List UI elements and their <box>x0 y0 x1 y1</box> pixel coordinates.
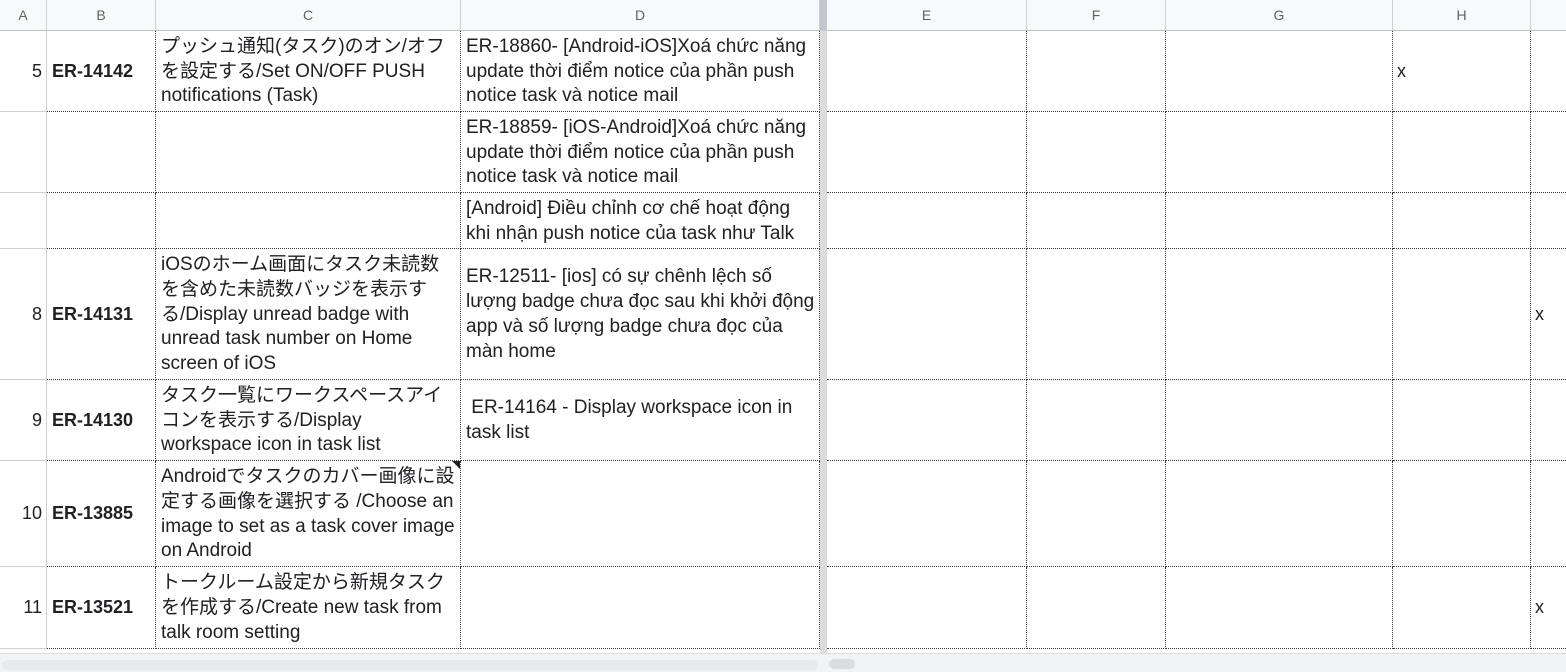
column-header-b[interactable]: B <box>47 0 156 30</box>
subtask-text: ER-18859- [iOS-Android]Xoá chức năng upd… <box>466 116 807 188</box>
column-header-h[interactable]: H <box>1393 0 1531 30</box>
feature-title-text: トークルーム設定から新規タスクを作成する/Create new task fro… <box>161 572 445 643</box>
ticket-id-cell[interactable]: ER-13885 <box>47 461 156 567</box>
column-h-cell[interactable] <box>1393 249 1531 380</box>
column-header-a[interactable]: A <box>0 0 47 30</box>
column-i-cell[interactable] <box>1531 380 1566 461</box>
feature-title-text: プッシュ通知(タスク)のオン/オフを設定する/Set ON/OFF PUSH n… <box>161 35 445 107</box>
subtask-cell[interactable]: [Android] Điều chỉnh cơ chế hoạt động kh… <box>461 193 820 249</box>
column-e-cell[interactable] <box>827 461 1027 567</box>
frozen-scroll-thumb[interactable] <box>2 660 818 670</box>
column-i-cell[interactable]: x <box>1531 249 1566 380</box>
ticket-id-cell[interactable]: ER-14130 <box>47 380 156 461</box>
column-e-cell[interactable] <box>827 31 1027 112</box>
column-g-cell[interactable] <box>1166 380 1393 461</box>
column-g-cell[interactable] <box>1166 461 1393 567</box>
column-i-cell[interactable] <box>1531 461 1566 567</box>
table-row: 9 ER-14130 タスク一覧にワークスペースアイコンを表示する/Displa… <box>0 380 1566 461</box>
subtask-cell[interactable] <box>461 567 820 649</box>
frozen-columns-divider[interactable] <box>820 0 827 672</box>
column-h-cell[interactable] <box>1393 193 1531 249</box>
ticket-id-cell[interactable]: ER-14142 <box>47 31 156 112</box>
feature-title-text: Androidでタスクのカバー画像に設定する画像を選択する /Choose an… <box>161 465 455 562</box>
column-h-cell[interactable] <box>1393 567 1531 649</box>
column-f-cell[interactable] <box>1027 193 1166 249</box>
column-header-c[interactable]: C <box>156 0 461 30</box>
column-g-cell[interactable] <box>1166 249 1393 380</box>
scroll-thumb[interactable] <box>829 659 855 669</box>
frozen-columns-handle[interactable] <box>820 0 827 31</box>
horizontal-scrollbar[interactable] <box>0 653 1566 672</box>
table-row: 10 ER-13885 Androidでタスクのカバー画像に設定する画像を選択す… <box>0 461 1566 567</box>
feature-title-cell[interactable]: iOSのホーム画面にタスク未読数を含めた未読数バッジを表示する/Display … <box>156 249 461 380</box>
column-header-f[interactable]: F <box>1027 0 1166 30</box>
column-header-d[interactable]: D <box>461 0 820 30</box>
column-e-cell[interactable] <box>827 193 1027 249</box>
column-g-cell[interactable] <box>1166 193 1393 249</box>
feature-title-cell[interactable] <box>156 193 461 249</box>
table-row: 8 ER-14131 iOSのホーム画面にタスク未読数を含めた未読数バッジを表示… <box>0 249 1566 380</box>
row-number[interactable]: 9 <box>0 380 47 461</box>
feature-title-text: タスク一覧にワークスペースアイコンを表示する/Display workspace… <box>161 384 443 456</box>
column-i-cell[interactable] <box>1531 31 1566 112</box>
column-e-cell[interactable] <box>827 112 1027 193</box>
ticket-id-cell[interactable]: ER-13521 <box>47 567 156 649</box>
column-header-e[interactable]: E <box>827 0 1027 30</box>
subtask-cell[interactable]: ER-18859- [iOS-Android]Xoá chức năng upd… <box>461 112 820 193</box>
subtask-text: ER-12511- [ios] có sự chênh lệch số lượn… <box>466 266 815 362</box>
column-h-cell[interactable]: x <box>1393 31 1531 112</box>
subtask-cell[interactable] <box>461 461 820 567</box>
subtask-text: ER-18860- [Android-iOS]Xoá chức năng upd… <box>466 35 807 107</box>
column-header-i[interactable] <box>1531 0 1566 30</box>
column-e-cell[interactable] <box>827 380 1027 461</box>
feature-title-cell[interactable] <box>156 112 461 193</box>
column-i-cell[interactable] <box>1531 193 1566 249</box>
feature-title-cell[interactable]: トークルーム設定から新規タスクを作成する/Create new task fro… <box>156 567 461 649</box>
column-h-cell[interactable] <box>1393 380 1531 461</box>
column-e-cell[interactable] <box>827 567 1027 649</box>
spreadsheet-grid: 5 ER-14142 プッシュ通知(タスク)のオン/オフを設定する/Set ON… <box>0 31 1566 653</box>
frozen-scroll-track[interactable] <box>0 654 820 672</box>
ticket-id-cell[interactable]: ER-14131 <box>47 249 156 380</box>
subtask-text: [Android] Điều chỉnh cơ chế hoạt động kh… <box>466 197 795 244</box>
column-g-cell[interactable] <box>1166 31 1393 112</box>
table-row: [Android] Điều chỉnh cơ chế hoạt động kh… <box>0 193 1566 249</box>
row-number[interactable]: 11 <box>0 567 47 649</box>
column-header-g[interactable]: G <box>1166 0 1393 30</box>
feature-title-cell[interactable]: プッシュ通知(タスク)のオン/オフを設定する/Set ON/OFF PUSH n… <box>156 31 461 112</box>
row-number[interactable]: 8 <box>0 249 47 380</box>
column-e-cell[interactable] <box>827 249 1027 380</box>
column-i-cell[interactable] <box>1531 112 1566 193</box>
row-number[interactable] <box>0 193 47 249</box>
subtask-text: ER-14164 - Display workspace icon in tas… <box>466 397 798 443</box>
column-h-cell[interactable] <box>1393 112 1531 193</box>
table-row: ER-18859- [iOS-Android]Xoá chức năng upd… <box>0 112 1566 193</box>
column-g-cell[interactable] <box>1166 112 1393 193</box>
subtask-cell[interactable]: ER-12511- [ios] có sự chênh lệch số lượn… <box>461 249 820 380</box>
column-f-cell[interactable] <box>1027 249 1166 380</box>
row-number[interactable]: 5 <box>0 31 47 112</box>
column-g-cell[interactable] <box>1166 567 1393 649</box>
column-f-cell[interactable] <box>1027 461 1166 567</box>
table-row: 5 ER-14142 プッシュ通知(タスク)のオン/オフを設定する/Set ON… <box>0 31 1566 112</box>
column-f-cell[interactable] <box>1027 31 1166 112</box>
feature-title-text: iOSのホーム画面にタスク未読数を含めた未読数バッジを表示する/Display … <box>161 254 440 375</box>
row-number[interactable] <box>0 112 47 193</box>
column-f-cell[interactable] <box>1027 112 1166 193</box>
feature-title-cell[interactable]: タスク一覧にワークスペースアイコンを表示する/Display workspace… <box>156 380 461 461</box>
column-f-cell[interactable] <box>1027 380 1166 461</box>
table-row: 11 ER-13521 トークルーム設定から新規タスクを作成する/Create … <box>0 567 1566 649</box>
comment-indicator[interactable] <box>452 461 460 469</box>
ticket-id-cell[interactable] <box>47 112 156 193</box>
feature-title-cell[interactable]: Androidでタスクのカバー画像に設定する画像を選択する /Choose an… <box>156 461 461 567</box>
column-header-bar: A B C D E F G H <box>0 0 1566 31</box>
ticket-id-cell[interactable] <box>47 193 156 249</box>
column-f-cell[interactable] <box>1027 567 1166 649</box>
subtask-cell[interactable]: ER-18860- [Android-iOS]Xoá chức năng upd… <box>461 31 820 112</box>
row-number[interactable]: 10 <box>0 461 47 567</box>
column-h-cell[interactable] <box>1393 461 1531 567</box>
subtask-cell[interactable]: ER-14164 - Display workspace icon in tas… <box>461 380 820 461</box>
column-i-cell[interactable]: x <box>1531 567 1566 649</box>
